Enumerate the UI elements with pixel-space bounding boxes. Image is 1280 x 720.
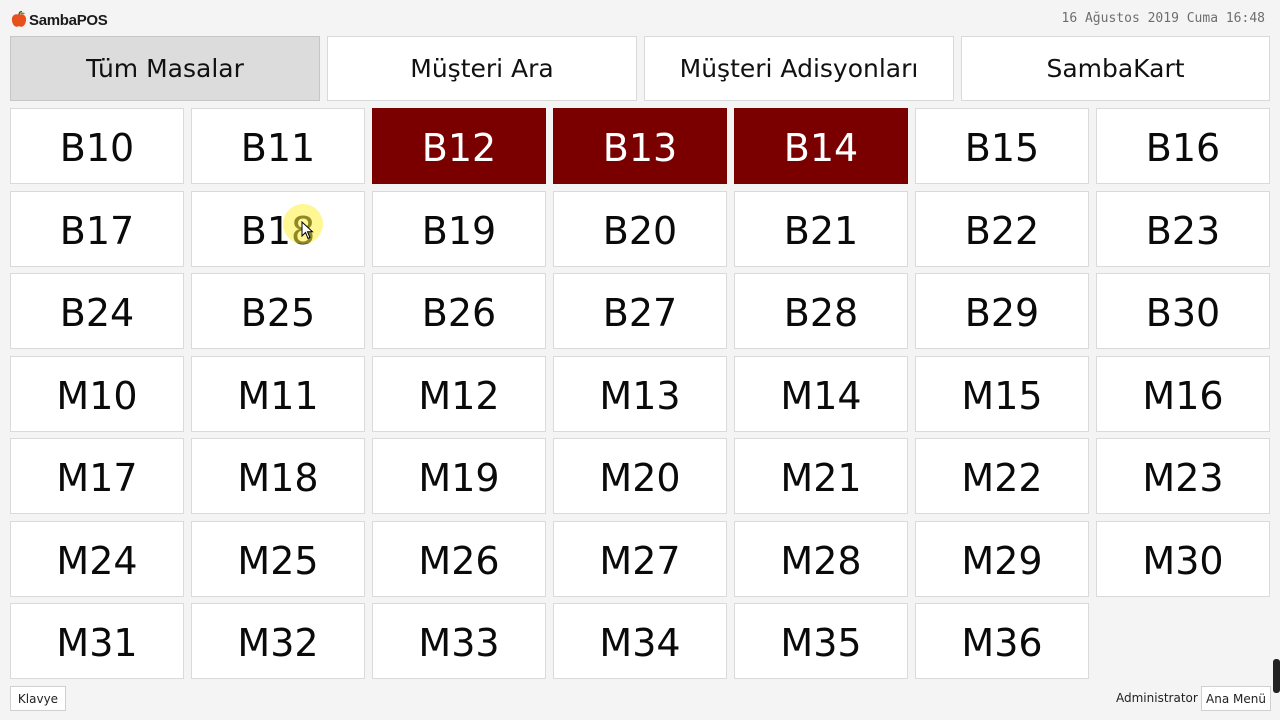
- current-user-label: Administrator: [1116, 691, 1198, 705]
- table-button-m23[interactable]: M23: [1096, 438, 1270, 514]
- table-button-m11[interactable]: M11: [191, 355, 365, 432]
- table-button-m21[interactable]: M21: [734, 438, 908, 514]
- table-button-m34[interactable]: M34: [553, 603, 727, 679]
- table-button-m29[interactable]: M29: [915, 520, 1089, 597]
- table-button-b23[interactable]: B23: [1096, 190, 1270, 267]
- top-bar: SambaPOS 16 Ağustos 2019 Cuma 16:48: [0, 0, 1280, 36]
- table-button-m10[interactable]: M10: [10, 355, 184, 432]
- tab-sambakart[interactable]: SambaKart: [961, 36, 1270, 101]
- table-button-m13[interactable]: M13: [553, 355, 727, 432]
- tab-customer-tickets[interactable]: Müşteri Adisyonları: [644, 36, 954, 101]
- table-button-m24[interactable]: M24: [10, 520, 184, 597]
- table-button-b22[interactable]: B22: [915, 190, 1089, 267]
- table-button-m18[interactable]: M18: [191, 438, 365, 514]
- table-button-m35[interactable]: M35: [734, 603, 908, 679]
- apple-logo-icon: [11, 11, 27, 27]
- table-button-m15[interactable]: M15: [915, 355, 1089, 432]
- table-button-b24[interactable]: B24: [10, 273, 184, 349]
- sambapos-window: SambaPOS 16 Ağustos 2019 Cuma 16:48 Tüm …: [0, 0, 1280, 720]
- table-button-b26[interactable]: B26: [372, 273, 546, 349]
- table-button-m12[interactable]: M12: [372, 355, 546, 432]
- scrollbar-thumb[interactable]: [1273, 659, 1280, 693]
- keyboard-button[interactable]: Klavye: [10, 686, 66, 711]
- table-button-m32[interactable]: M32: [191, 603, 365, 679]
- table-button-m26[interactable]: M26: [372, 520, 546, 597]
- table-button-b10[interactable]: B10: [10, 108, 184, 184]
- table-button-m31[interactable]: M31: [10, 603, 184, 679]
- table-button-m17[interactable]: M17: [10, 438, 184, 514]
- table-button-b29[interactable]: B29: [915, 273, 1089, 349]
- table-button-b27[interactable]: B27: [553, 273, 727, 349]
- table-button-m22[interactable]: M22: [915, 438, 1089, 514]
- main-menu-button[interactable]: Ana Menü: [1201, 686, 1271, 711]
- table-button-m20[interactable]: M20: [553, 438, 727, 514]
- tab-all-tables[interactable]: Tüm Masalar: [10, 36, 320, 101]
- table-button-m33[interactable]: M33: [372, 603, 546, 679]
- table-button-b19[interactable]: B19: [372, 190, 546, 267]
- table-button-b11[interactable]: B11: [191, 108, 365, 184]
- sambapos-logo: SambaPOS: [10, 9, 108, 31]
- table-button-b17[interactable]: B17: [10, 190, 184, 267]
- datetime-display: 16 Ağustos 2019 Cuma 16:48: [1061, 11, 1266, 26]
- table-button-b28[interactable]: B28: [734, 273, 908, 349]
- table-button-b25[interactable]: B25: [191, 273, 365, 349]
- table-button-m14[interactable]: M14: [734, 355, 908, 432]
- table-button-m28[interactable]: M28: [734, 520, 908, 597]
- table-grid: B10 B11 B12 B13 B14 B15 B16 B17 B18 B19 B20 B21 B22 B…: [10, 108, 1270, 679]
- table-button-m16[interactable]: M16: [1096, 355, 1270, 432]
- table-button-b15[interactable]: B15: [915, 108, 1089, 184]
- table-button-b14[interactable]: B14: [734, 108, 908, 184]
- table-button-b30[interactable]: B30: [1096, 273, 1270, 349]
- logo-text: SambaPOS: [29, 11, 108, 29]
- table-button-m25[interactable]: M25: [191, 520, 365, 597]
- table-button-b12[interactable]: B12: [372, 108, 546, 184]
- table-button-m30[interactable]: M30: [1096, 520, 1270, 597]
- table-button-b16[interactable]: B16: [1096, 108, 1270, 184]
- table-button-m19[interactable]: M19: [372, 438, 546, 514]
- tab-customer-search[interactable]: Müşteri Ara: [327, 36, 637, 101]
- table-button-m27[interactable]: M27: [553, 520, 727, 597]
- table-button-m36[interactable]: M36: [915, 603, 1089, 679]
- table-button-b18[interactable]: B18: [191, 190, 365, 267]
- table-button-b21[interactable]: B21: [734, 190, 908, 267]
- table-button-b20[interactable]: B20: [553, 190, 727, 267]
- table-button-b13[interactable]: B13: [553, 108, 727, 184]
